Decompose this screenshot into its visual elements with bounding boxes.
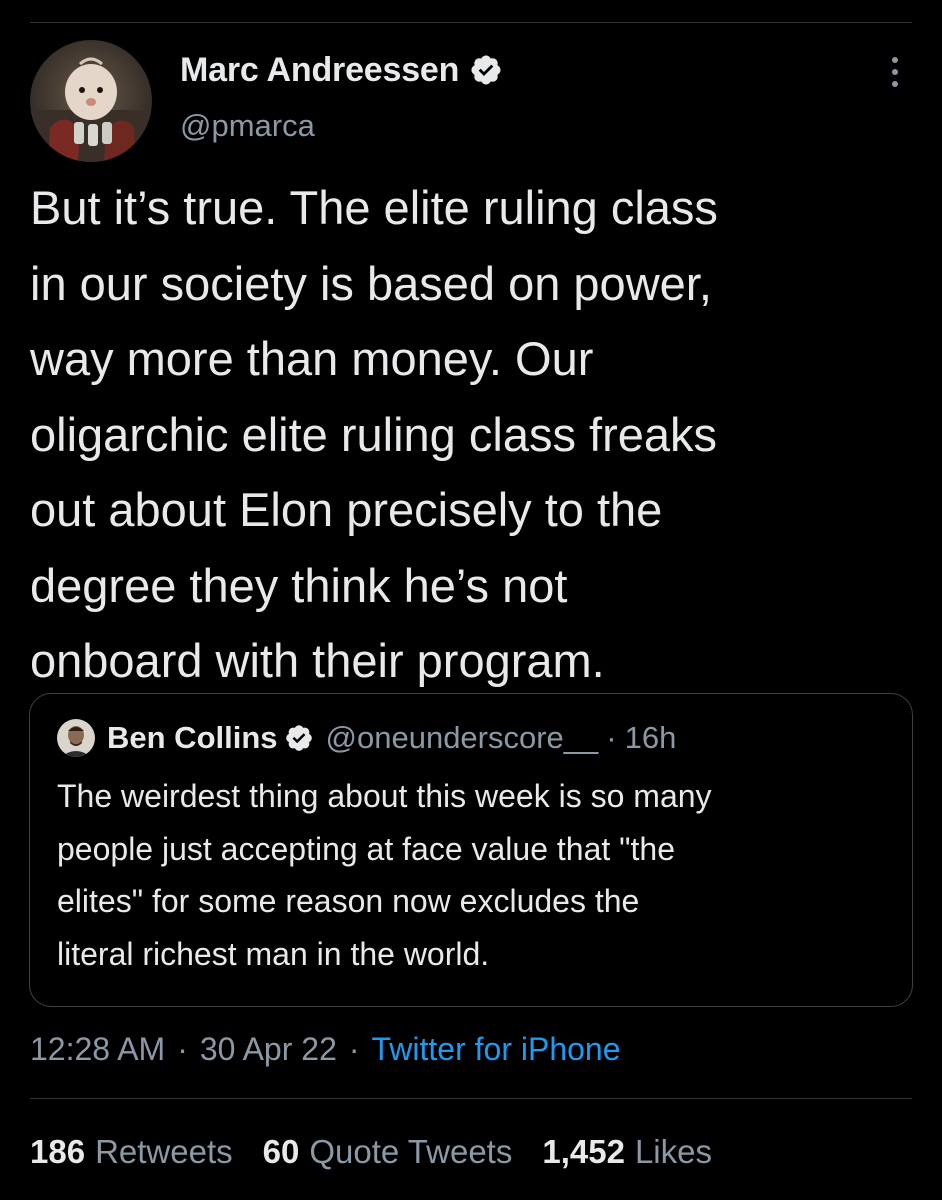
quoted-separator: · bbox=[606, 720, 617, 755]
verified-badge-icon bbox=[469, 53, 503, 87]
author-name[interactable]: Marc Andreessen bbox=[180, 51, 459, 90]
likes-label: Likes bbox=[634, 1133, 712, 1170]
retweets-count: 186 bbox=[30, 1133, 86, 1170]
tweet-stats-row: 186 Retweets 60 Quote Tweets 1,452 Likes bbox=[30, 1130, 742, 1174]
author-name-row[interactable]: Marc Andreessen bbox=[180, 48, 503, 92]
quoted-tweet-header: Ben Collins @oneunderscore__ · 16h bbox=[57, 718, 676, 758]
retweets-label: Retweets bbox=[95, 1133, 233, 1170]
quoted-tweet-card[interactable]: Ben Collins @oneunderscore__ · 16h The w… bbox=[29, 693, 913, 1007]
quote-tweets-stat[interactable]: 60 Quote Tweets bbox=[263, 1133, 513, 1171]
tweet-time[interactable]: 12:28 AM bbox=[30, 1031, 165, 1068]
author-handle[interactable]: @pmarca bbox=[180, 108, 315, 144]
quote-tweets-count: 60 bbox=[262, 1133, 300, 1170]
meta-separator: · bbox=[177, 1030, 188, 1067]
author-avatar[interactable] bbox=[30, 40, 152, 162]
quoted-timestamp[interactable]: 16h bbox=[625, 720, 677, 756]
avatar-image bbox=[30, 40, 152, 162]
quoted-tweet-text: The weirdest thing about this week is so… bbox=[57, 778, 712, 972]
quoted-author-handle[interactable]: @oneunderscore__ bbox=[326, 720, 599, 756]
quoted-author-name[interactable]: Ben Collins bbox=[107, 720, 278, 756]
tweet-meta-row: 12:28 AM · 30 Apr 22 · Twitter for iPhon… bbox=[30, 1027, 621, 1071]
meta-separator: · bbox=[348, 1030, 360, 1067]
likes-stat[interactable]: 1,452 Likes bbox=[542, 1133, 712, 1171]
quote-tweets-label: Quote Tweets bbox=[309, 1133, 513, 1170]
more-vertical-icon[interactable] bbox=[880, 52, 910, 94]
tweet-source-link[interactable]: Twitter for iPhone bbox=[372, 1031, 621, 1068]
top-divider bbox=[30, 22, 912, 23]
tweet-date[interactable]: 30 Apr 22 bbox=[200, 1031, 337, 1068]
stats-divider bbox=[30, 1098, 912, 1099]
likes-count: 1,452 bbox=[542, 1133, 625, 1170]
tweet-text: But it’s true. The elite ruling class in… bbox=[30, 181, 718, 687]
quoted-author-avatar[interactable] bbox=[57, 719, 95, 757]
quoted-verified-badge-icon bbox=[284, 723, 314, 753]
retweets-stat[interactable]: 186 Retweets bbox=[30, 1133, 233, 1171]
